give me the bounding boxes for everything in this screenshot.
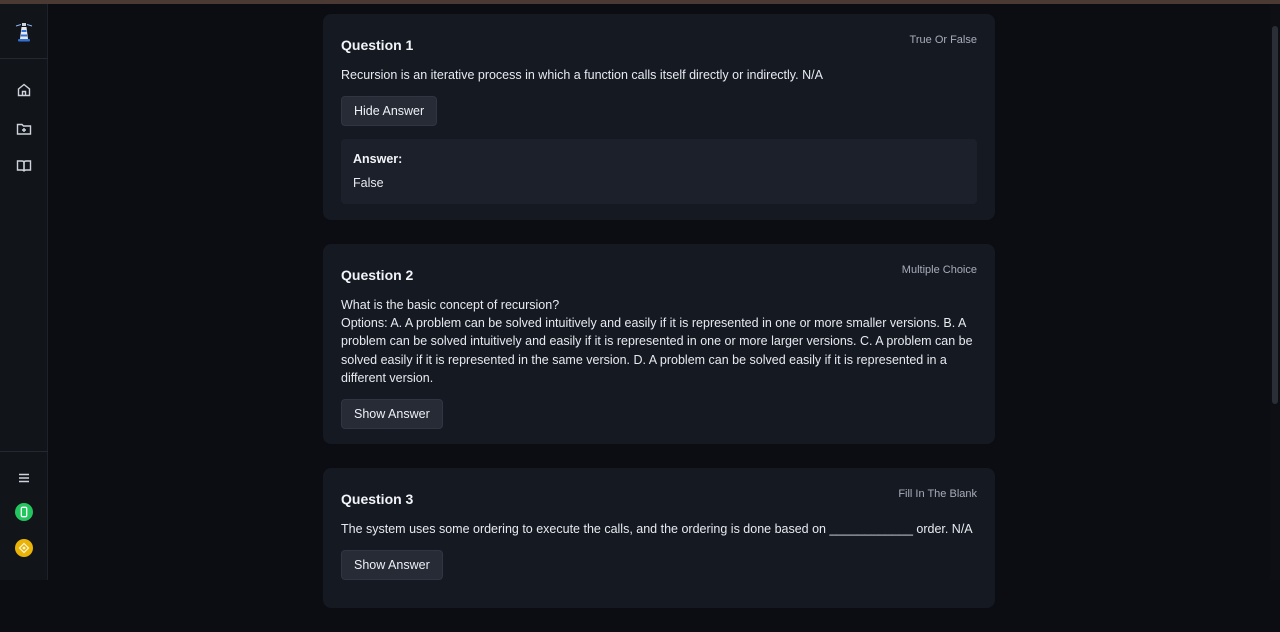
question-type-label: Fill In The Blank <box>898 488 977 500</box>
question-title: Question 2 <box>341 267 414 283</box>
question-title: Question 1 <box>341 37 414 53</box>
scrollbar-track[interactable] <box>1270 4 1280 580</box>
question-text: Recursion is an iterative process in whi… <box>341 68 823 82</box>
yellow-app-icon[interactable] <box>12 536 36 560</box>
home-icon[interactable] <box>12 78 36 102</box>
question-options-text: Options: A. A problem can be solved intu… <box>341 316 973 385</box>
question-text: The system uses some ordering to execute… <box>341 522 973 536</box>
folder-plus-icon[interactable] <box>12 117 36 141</box>
menu-icon[interactable] <box>12 466 36 490</box>
lighthouse-logo-icon[interactable] <box>14 21 34 43</box>
answer-label: Answer: <box>353 152 403 167</box>
question-card: Question 3 Fill In The Blank The system … <box>323 468 995 608</box>
question-type-label: Multiple Choice <box>901 264 977 276</box>
answer-value: False <box>353 176 384 191</box>
window-top-bar <box>0 0 1280 4</box>
question-card: Question 2 Multiple Choice What is the b… <box>323 244 995 444</box>
scrollbar-thumb[interactable] <box>1272 26 1278 404</box>
question-text-line: What is the basic concept of recursion? <box>341 298 560 312</box>
sidebar-divider <box>0 451 48 452</box>
sidebar <box>0 4 48 580</box>
show-answer-button[interactable]: Show Answer <box>341 550 443 581</box>
questions-list: Question 1 True Or False Recursion is an… <box>323 14 995 632</box>
answer-panel: Answer: False <box>341 139 977 205</box>
show-answer-button[interactable]: Show Answer <box>341 399 443 430</box>
sidebar-divider <box>0 58 48 59</box>
question-card: Question 1 True Or False Recursion is an… <box>323 14 995 220</box>
hide-answer-button[interactable]: Hide Answer <box>341 96 438 127</box>
green-app-icon[interactable] <box>12 500 36 524</box>
question-title: Question 3 <box>341 491 414 507</box>
question-text: What is the basic concept of recursion? … <box>341 296 977 387</box>
question-type-label: True Or False <box>909 34 977 46</box>
book-open-icon[interactable] <box>12 154 36 178</box>
